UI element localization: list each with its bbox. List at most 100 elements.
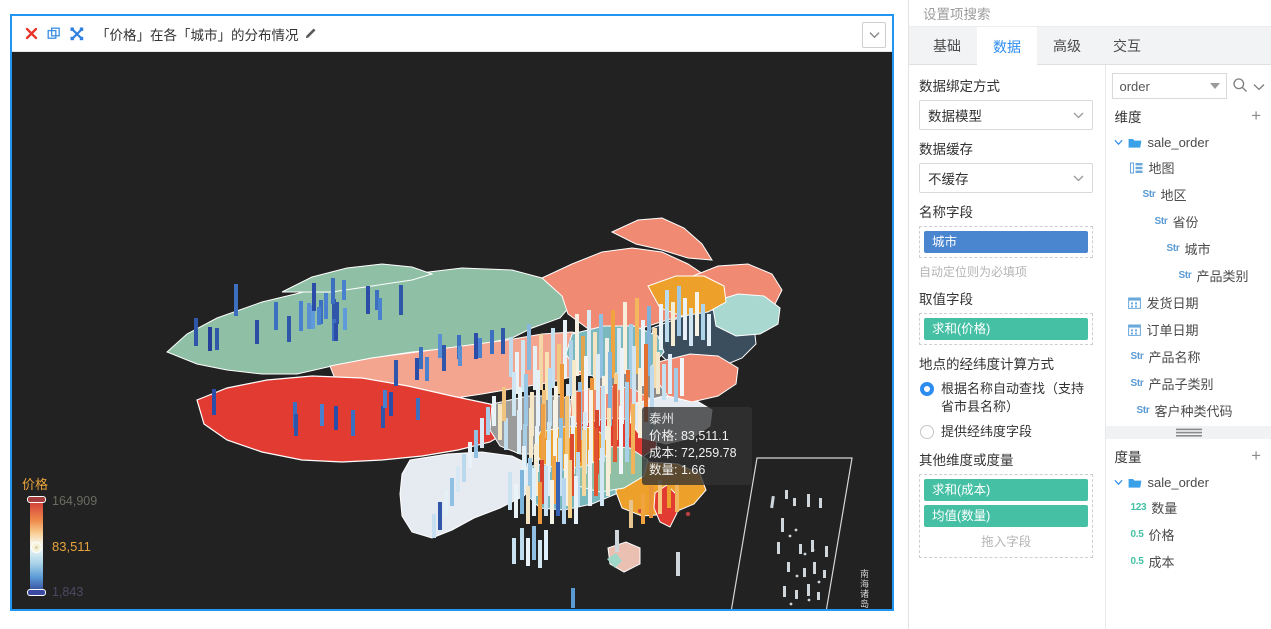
name-field-label: 名称字段: [919, 205, 973, 220]
other-fields-dropzone[interactable]: 求和(成本) 均值(数量) 拖入字段: [919, 474, 1094, 558]
tree-item-city[interactable]: Str 城市: [1106, 235, 1271, 262]
add-measure-button[interactable]: +: [1251, 447, 1261, 464]
tree-item-province[interactable]: Str 省份: [1106, 208, 1271, 235]
tree-item-ship-date[interactable]: 发货日期: [1106, 289, 1271, 316]
legend-handle-max[interactable]: [27, 496, 46, 503]
value-field-dropzone[interactable]: 求和(价格): [919, 313, 1094, 345]
add-dimension-button[interactable]: +: [1251, 107, 1261, 124]
legend-handle-min[interactable]: [27, 589, 46, 596]
geo-option-manual-label: 提供经纬度字段: [941, 424, 1033, 439]
tree-item-label: 地区: [1160, 188, 1187, 203]
binding-select[interactable]: 数据模型: [919, 100, 1094, 130]
tree-item-cost[interactable]: 0.5 成本: [1106, 548, 1271, 575]
tree-root-measure[interactable]: sale_order: [1106, 471, 1271, 494]
chevron-down-icon[interactable]: [1253, 79, 1265, 94]
tree-item-label: 地图: [1148, 161, 1175, 176]
panel-resize-handle[interactable]: [1106, 426, 1271, 439]
tree-item-label: 价格: [1148, 528, 1175, 543]
settings-search-label[interactable]: 设置项搜索: [909, 0, 1271, 27]
tree-root-dimension[interactable]: sale_order: [1106, 131, 1271, 154]
app-root: 「价格」在各「城市」的分布情况 南海诸岛 泰州 价格: 83,511.1 成本:…: [0, 0, 1271, 629]
name-field-hint: 自动定位则为必填项: [919, 265, 1028, 279]
search-icon[interactable]: [1232, 77, 1248, 96]
tree-item-customer-type-code[interactable]: Str 客户种类代码: [1106, 397, 1271, 424]
name-field-pill[interactable]: 城市: [924, 231, 1089, 253]
tab-interaction[interactable]: 交互: [1097, 27, 1157, 65]
tooltip-row-value: 72,259.78: [680, 446, 737, 460]
tree-root-label: sale_order: [1147, 135, 1209, 150]
calendar-icon: [1128, 324, 1142, 336]
value-field-pill[interactable]: 求和(价格): [924, 318, 1089, 340]
tree-item-map[interactable]: 地图: [1106, 154, 1271, 181]
measure-label: 度量: [1114, 450, 1142, 465]
other-fields-label: 其他维度或度量: [919, 453, 1014, 468]
drag-handle-icon: [1175, 428, 1202, 437]
string-icon: Str: [1142, 189, 1156, 200]
tree-item-label: 城市: [1184, 242, 1211, 257]
binding-value: 数据模型: [928, 109, 982, 124]
legend-current-marker: [31, 542, 42, 553]
tree-item-label: 成本: [1148, 555, 1175, 570]
tree-item-label: 订单日期: [1146, 323, 1199, 338]
string-icon: Str: [1154, 216, 1168, 227]
chevron-down-icon: [1074, 175, 1084, 181]
inset-label: 南海诸岛: [859, 569, 869, 609]
tooltip-row-label: 成本: [649, 446, 675, 460]
decimal-icon: 0.5: [1130, 529, 1144, 540]
tree-item-quantity[interactable]: 123 数量: [1106, 494, 1271, 521]
measure-section-header: 度量 +: [1106, 439, 1271, 471]
chevron-down-icon: [1114, 479, 1124, 486]
settings-column: 数据绑定方式 数据模型 数据缓存 不缓存 名称字段 城市 自动定位则为必填项 取…: [909, 65, 1107, 629]
tooltip-row: 价格: 83,511.1: [649, 429, 729, 443]
tree-item-product-category[interactable]: Str 产品类别: [1106, 262, 1271, 289]
name-field-dropzone[interactable]: 城市: [919, 226, 1094, 258]
caret-down-icon: [1210, 83, 1221, 89]
visual-map-legend[interactable]: 价格 164,909 83,511 1,843: [20, 474, 130, 599]
legend-current-label: 83,511: [52, 539, 91, 554]
tree-item-label: 省份: [1172, 215, 1199, 230]
tab-basic[interactable]: 基础: [917, 27, 977, 65]
tree-item-label: 数量: [1151, 501, 1178, 516]
tooltip-row-label: 数量: [649, 463, 675, 477]
chart-widget: 「价格」在各「城市」的分布情况 南海诸岛 泰州 价格: 83,511.1 成本:…: [10, 14, 894, 611]
tab-data[interactable]: 数据: [977, 27, 1037, 66]
number-icon: 123: [1130, 502, 1147, 513]
decimal-icon: 0.5: [1130, 556, 1144, 567]
tab-advanced[interactable]: 高级: [1037, 27, 1097, 65]
tooltip-row: 成本: 72,259.78: [649, 446, 737, 460]
widget-header: 「价格」在各「城市」的分布情况: [12, 16, 892, 52]
tree-item-label: 产品子类别: [1148, 377, 1214, 392]
tree-item-price[interactable]: 0.5 价格: [1106, 521, 1271, 548]
tree-item-order-date[interactable]: 订单日期: [1106, 316, 1271, 343]
string-icon: Str: [1166, 243, 1180, 254]
geo-option-auto-label: 根据名称自动查找（支持省市县名称）: [941, 381, 1085, 414]
settings-tabs: 基础 数据 高级 交互: [909, 27, 1271, 66]
other-field-pill-cost[interactable]: 求和(成本): [924, 479, 1089, 501]
expand-icon[interactable]: [68, 25, 86, 43]
tree-item-product-subcategory[interactable]: Str 产品子类别: [1106, 370, 1271, 397]
tree-item-product-name[interactable]: Str 产品名称: [1106, 343, 1271, 370]
dataset-toolbar: order: [1106, 73, 1271, 99]
dataset-select[interactable]: order: [1112, 73, 1228, 99]
map-canvas[interactable]: 南海诸岛 泰州 价格: 83,511.1 成本: 72,259.78 数量: 1…: [12, 52, 892, 609]
chevron-down-icon: [1074, 112, 1084, 118]
binding-label: 数据绑定方式: [919, 79, 1000, 94]
geo-option-manual[interactable]: 提供经纬度字段: [919, 423, 1093, 441]
string-icon: Str: [1136, 405, 1150, 416]
tree-item-label: 发货日期: [1146, 296, 1199, 311]
copy-icon[interactable]: [45, 25, 63, 43]
cache-select[interactable]: 不缓存: [919, 163, 1094, 193]
other-field-pill-qty[interactable]: 均值(数量): [924, 505, 1089, 527]
tree-item-region[interactable]: Str 地区: [1106, 181, 1271, 208]
widget-collapse-button[interactable]: [862, 22, 886, 48]
close-icon[interactable]: [22, 25, 40, 43]
string-icon: Str: [1130, 378, 1144, 389]
tree-item-label: 产品名称: [1148, 350, 1201, 365]
tree-root-label: sale_order: [1147, 475, 1209, 490]
field-tree-column: order 维度 + sale_order 地图 Str 地区 Str 省份 S…: [1106, 65, 1271, 629]
pencil-icon[interactable]: [304, 27, 318, 41]
folder-icon: [1129, 138, 1142, 148]
dimension-section-header: 维度 +: [1106, 99, 1271, 131]
map-tooltip: 泰州 价格: 83,511.1 成本: 72,259.78 数量: 1.66: [642, 407, 752, 485]
geo-option-auto[interactable]: 根据名称自动查找（支持省市县名称）: [919, 380, 1093, 416]
